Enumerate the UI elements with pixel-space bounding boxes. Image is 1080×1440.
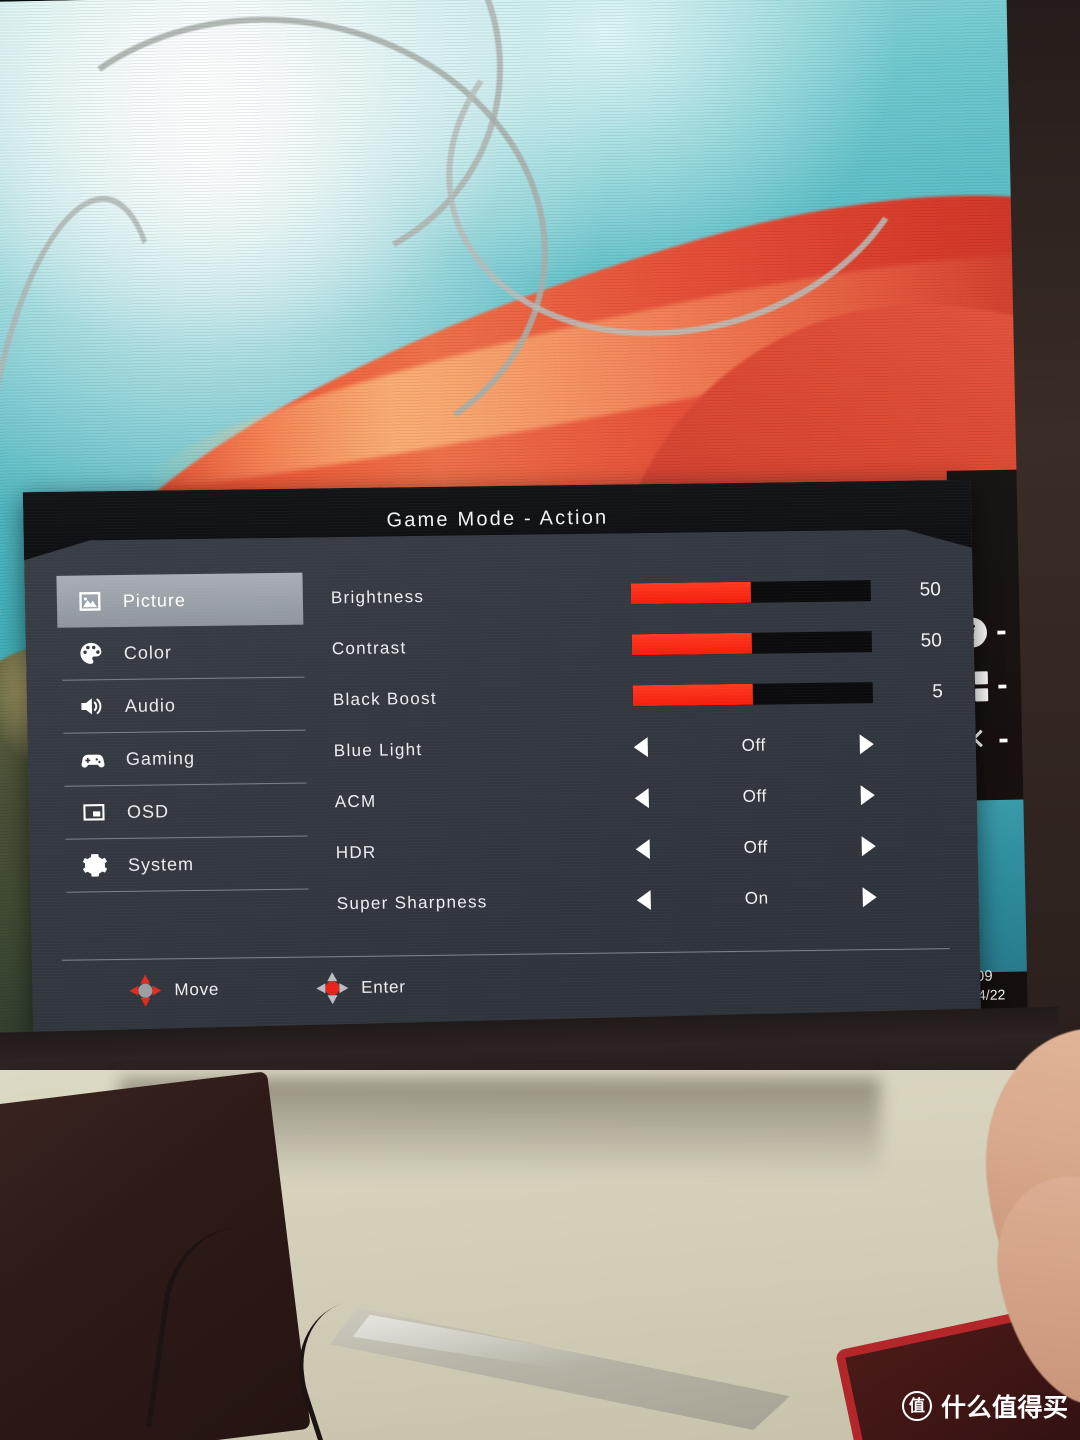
setting-label: Black Boost <box>332 688 438 709</box>
setting-control[interactable]: Off <box>634 784 949 808</box>
setting-control[interactable]: 50 <box>630 578 945 605</box>
osd-settings-column: Brightness 50 Contrast 50 Black Boost 5 … <box>302 564 979 957</box>
sidebar-item-picture[interactable]: Picture <box>56 572 304 628</box>
arrow-left-icon[interactable] <box>634 787 649 808</box>
contrast-slider-track[interactable] <box>631 631 873 656</box>
sidebar-item-label: Audio <box>124 694 177 716</box>
picture-icon <box>75 586 106 616</box>
arrow-right-icon[interactable] <box>861 835 876 856</box>
arrow-right-icon[interactable] <box>859 733 874 754</box>
speaker-icon <box>77 691 108 721</box>
setting-label: Blue Light <box>333 739 423 760</box>
arrow-right-icon[interactable] <box>860 784 875 805</box>
setting-label: Contrast <box>331 637 407 658</box>
osd-title: Game Mode - Action <box>386 506 609 532</box>
setting-row-super-sharpness[interactable]: Super Sharpness On <box>336 870 951 929</box>
setting-label: Super Sharpness <box>336 891 488 913</box>
setting-control[interactable]: 5 <box>632 680 947 707</box>
super-sharpness-spacer <box>877 896 951 897</box>
close-x-icon-suffix: - <box>997 724 1010 756</box>
blue-light-spacer <box>874 743 948 744</box>
setting-control[interactable]: Off <box>633 733 948 757</box>
setting-control[interactable]: 50 <box>631 629 946 656</box>
sidebar-item-label: Gaming <box>125 747 196 769</box>
setting-row-hdr[interactable]: HDR Off <box>335 819 950 878</box>
sidebar-item-gaming[interactable]: Gaming <box>59 731 306 786</box>
osd-title-bar: Game Mode - Action <box>23 480 972 560</box>
setting-label: HDR <box>335 842 377 862</box>
contrast-slider-fill <box>631 632 753 656</box>
photo-of-monitor-osd: i - - ✕ - 13:09 2018/4/22 Game Mode - Ac… <box>0 0 1080 1440</box>
super-sharpness-toggle[interactable]: On <box>636 886 877 910</box>
palette-icon <box>76 638 107 668</box>
gear-icon <box>80 850 111 880</box>
watermark-text: 什么值得买 <box>941 1393 1069 1422</box>
sidebar-item-label: Picture <box>122 589 187 611</box>
osd-footer: Move Enter <box>61 948 951 1009</box>
info-icon-suffix: - <box>995 616 1008 648</box>
osd-footer-hints: Move Enter <box>62 949 951 1009</box>
setting-control[interactable]: Off <box>635 835 950 859</box>
setting-label: ACM <box>334 791 377 811</box>
sidebar-item-label: Color <box>123 641 173 663</box>
acm-toggle[interactable]: Off <box>634 784 875 808</box>
arrow-left-icon[interactable] <box>636 889 651 910</box>
super-sharpness-value: On <box>744 888 769 908</box>
setting-row-black-boost[interactable]: Black Boost 5 <box>332 666 947 725</box>
dpad-move-icon <box>128 973 163 1007</box>
acm-value: Off <box>742 786 768 806</box>
hdr-value: Off <box>743 837 768 857</box>
hint-move-label: Move <box>174 979 220 1000</box>
setting-control[interactable]: On <box>636 886 951 910</box>
setting-label: Brightness <box>330 586 425 607</box>
arrow-right-icon[interactable] <box>862 886 877 907</box>
gamepad-icon <box>78 744 109 774</box>
sidebar-item-audio[interactable]: Audio <box>58 678 305 733</box>
hint-move[interactable]: Move <box>128 973 219 1008</box>
sidebar-item-label: System <box>127 853 195 875</box>
sidebar-item-label: OSD <box>126 800 170 822</box>
hdr-toggle[interactable]: Off <box>635 835 876 859</box>
blue-light-toggle[interactable]: Off <box>633 733 874 757</box>
sidebar-item-color[interactable]: Color <box>57 625 304 680</box>
osd-body: Picture Color Audio Gaming OSD System Br… <box>24 548 980 960</box>
setting-row-blue-light[interactable]: Blue Light Off <box>333 717 948 776</box>
watermark-badge: 值 <box>902 1391 932 1421</box>
brightness-slider-track[interactable] <box>630 580 872 605</box>
hint-enter-label: Enter <box>360 977 406 997</box>
black-boost-slider-fill <box>632 683 754 707</box>
dpad-enter-icon <box>315 971 350 1005</box>
sidebar-item-osd[interactable]: OSD <box>60 784 307 839</box>
osd-menu-panel: Game Mode - Action Picture Color Audio G… <box>22 479 982 1038</box>
setting-row-acm[interactable]: ACM Off <box>334 768 949 827</box>
sidebar-item-system[interactable]: System <box>61 837 308 892</box>
contrast-value: 50 <box>920 629 943 652</box>
arrow-left-icon[interactable] <box>633 736 648 757</box>
blue-light-value: Off <box>741 735 767 755</box>
windows-grid-icon-suffix: - <box>996 670 1009 702</box>
brightness-value: 50 <box>919 578 942 601</box>
black-boost-value: 5 <box>932 680 943 702</box>
arrow-left-icon[interactable] <box>635 838 650 859</box>
osd-window-icon <box>79 797 110 827</box>
hint-enter[interactable]: Enter <box>315 970 406 1005</box>
hdr-spacer <box>876 845 950 846</box>
acm-spacer <box>875 794 949 795</box>
setting-row-contrast[interactable]: Contrast 50 <box>331 615 946 674</box>
brightness-slider-fill <box>630 581 752 605</box>
osd-sidebar: Picture Color Audio Gaming OSD System <box>56 572 309 960</box>
black-boost-slider-track[interactable] <box>632 682 874 707</box>
watermark: 值 什么值得买 <box>902 1388 1069 1424</box>
setting-row-brightness[interactable]: Brightness 50 <box>330 564 945 623</box>
